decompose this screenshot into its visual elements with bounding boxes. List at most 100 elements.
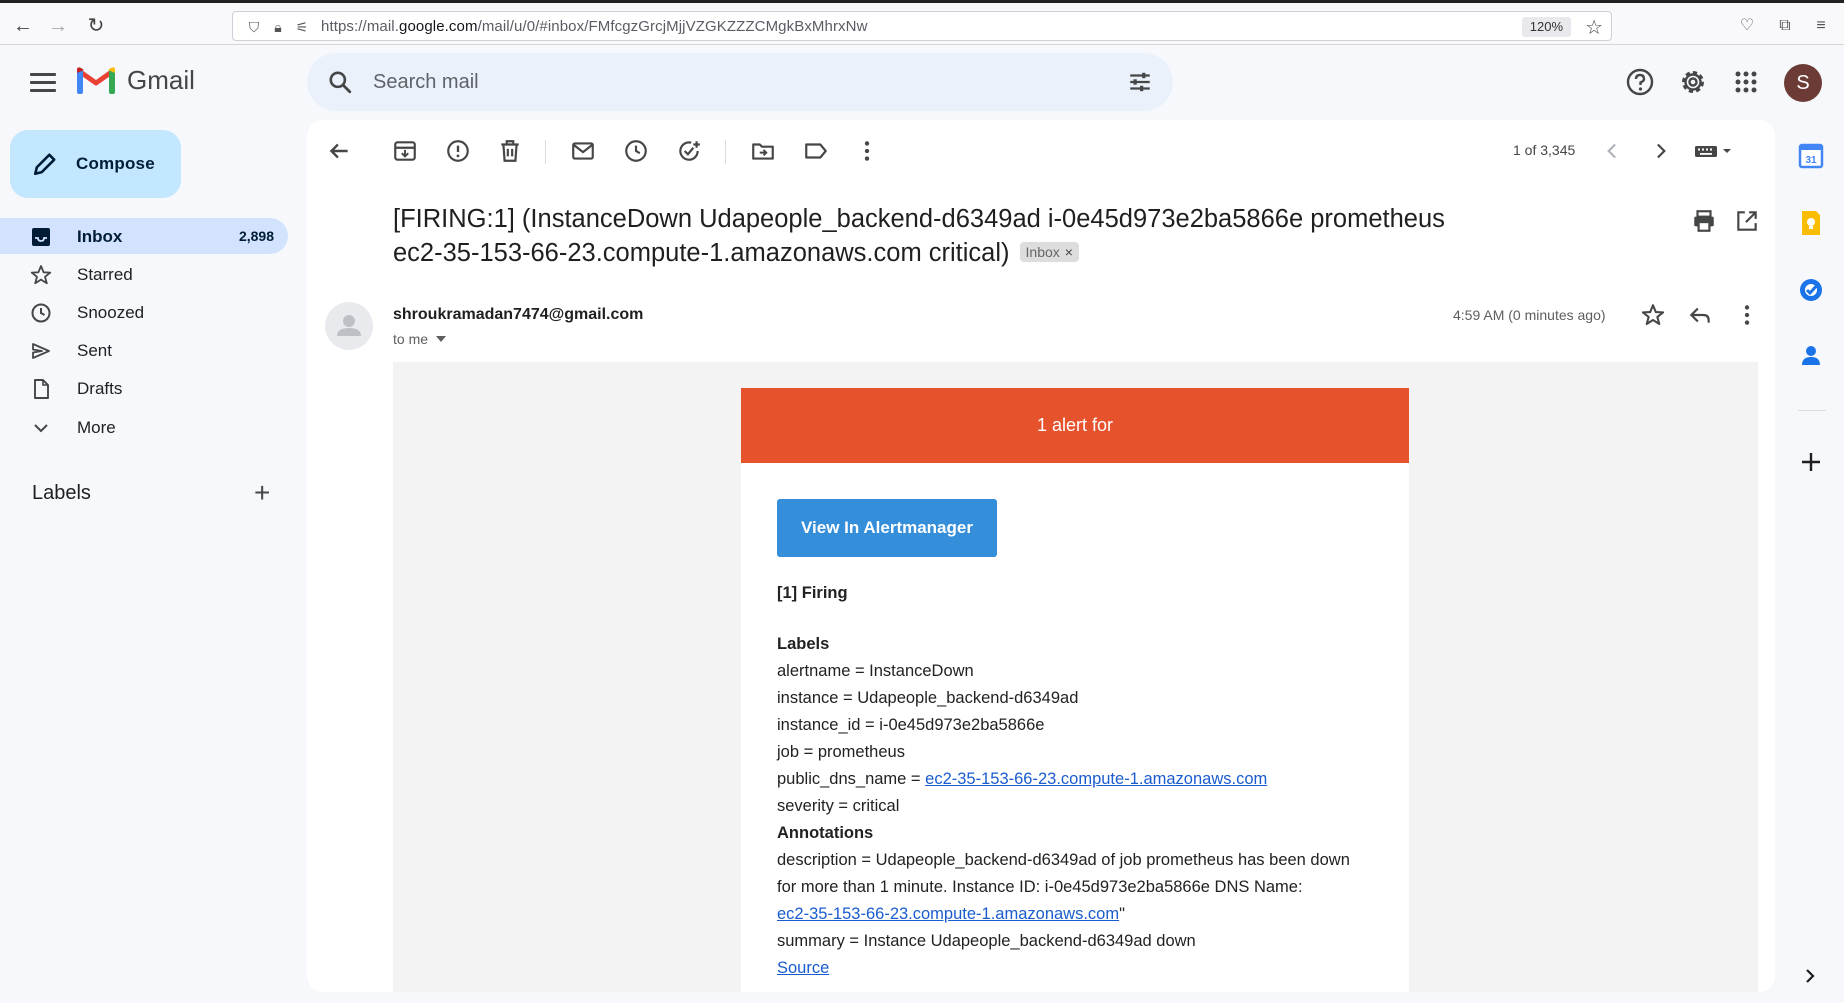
star-icon [30,265,52,285]
label-chip-text: Inbox [1025,244,1060,260]
newer-chevron-left-icon[interactable] [1600,138,1626,164]
view-in-alertmanager-button[interactable]: View In Alertmanager [777,499,997,557]
label-icon[interactable] [803,138,829,164]
pagination-count: 1 of 3,345 [1513,142,1576,158]
search-icon[interactable] [327,69,353,95]
label-alertname: alertname = InstanceDown [777,662,974,680]
unread-count: 2,898 [238,228,274,244]
pocket-icon[interactable]: ♡ [1736,15,1758,37]
caret-down-icon[interactable] [436,336,447,342]
sidebar-item-more[interactable]: More [0,409,288,445]
sidebar-item-drafts[interactable]: Drafts [0,370,288,406]
forward-arrow-icon[interactable]: → [45,13,71,39]
shield-icon[interactable]: ⛉ [245,18,263,36]
labels-heading: Labels [32,482,91,504]
archive-icon[interactable] [392,138,418,164]
description-suffix: " [1119,905,1125,923]
public-dns-key: public_dns_name = [777,770,926,788]
reply-icon[interactable] [1687,302,1713,328]
toolbar-divider [725,140,726,164]
calendar-icon[interactable]: 31 [1796,141,1826,171]
tasks-icon[interactable] [1796,275,1826,305]
public-dns-link[interactable]: ec2-35-153-66-23.compute-1.amazonaws.com [925,770,1267,788]
search-input[interactable] [373,53,1073,111]
description-line-1: description = Udapeople_backend-d6349ad … [777,851,1350,869]
recipient-text: to me [393,331,429,347]
permissions-icon[interactable]: ⚟ [293,18,311,36]
label-severity: severity = critical [777,797,900,815]
gmail-logo-icon[interactable] [76,65,116,95]
sender-avatar[interactable] [325,302,373,350]
back-arrow-icon[interactable]: ← [10,13,36,39]
main-menu-icon[interactable] [26,68,60,96]
older-chevron-right-icon[interactable] [1647,138,1673,164]
compose-button[interactable]: Compose [10,130,181,198]
create-label-icon[interactable]: + [254,479,270,507]
sidebar-item-starred[interactable]: Starred [0,256,288,292]
zoom-level[interactable]: 120% [1521,17,1571,37]
sidebar-item-inbox[interactable]: Inbox 2,898 [0,218,288,254]
contacts-icon[interactable] [1796,340,1826,370]
mark-unread-icon[interactable] [570,138,596,164]
url-text[interactable]: https://mail.google.com/mail/u/0/#inbox/… [321,18,868,35]
snooze-icon[interactable] [623,138,649,164]
star-message-icon[interactable] [1640,302,1666,328]
search-options-icon[interactable] [1127,69,1153,95]
google-apps-grid-icon[interactable] [1730,66,1762,98]
labels-heading: Labels [777,635,830,653]
label-instance-id: instance_id = i-0e45d973e2ba5866e [777,716,1045,734]
summary-line: summary = Instance Udapeople_backend-d63… [777,932,1196,950]
label-public-dns: public_dns_name = ec2-35-153-66-23.compu… [777,766,1377,793]
label-job: job = prometheus [777,743,905,761]
sidebar-item-label: Drafts [77,379,123,398]
send-icon [32,343,50,359]
address-bar[interactable]: ⛉ 🔒︎ ⚟ https://mail.google.com/mail/u/0/… [232,11,1612,41]
more-vert-icon[interactable] [854,138,880,164]
email-subject: [FIRING:1] (InstanceDown Udapeople_backe… [393,202,1493,270]
remove-label-icon[interactable]: × [1065,244,1073,260]
keep-icon[interactable] [1796,208,1826,238]
back-to-inbox-icon[interactable] [326,138,352,164]
sidebar-item-label: Sent [77,341,112,360]
delete-icon[interactable] [497,138,523,164]
sender-email[interactable]: shroukramadan7474@gmail.com [393,306,643,324]
sidebar-item-label: Inbox [77,227,123,246]
firing-heading: [1] Firing [777,584,848,602]
bookmark-star-icon[interactable]: ☆ [1585,15,1603,40]
draft-icon [34,379,49,399]
input-tools-keyboard-icon[interactable] [1693,138,1737,164]
person-silhouette-icon [337,315,361,336]
inbox-label-chip[interactable]: Inbox × [1019,242,1079,262]
get-addons-plus-icon[interactable] [1796,447,1826,477]
sidebar-item-sent[interactable]: Sent [0,332,288,368]
sidebar-item-snoozed[interactable]: Snoozed [0,294,288,330]
move-to-icon[interactable] [750,138,776,164]
recipient-details[interactable]: to me [393,331,447,347]
pencil-icon [33,153,56,176]
message-more-vert-icon[interactable] [1734,302,1760,328]
print-icon[interactable] [1691,208,1717,234]
source-link[interactable]: Source [777,959,829,977]
compose-label: Compose [76,154,155,173]
gmail-wordmark[interactable]: Gmail [127,65,195,96]
message-timestamp: 4:59 AM (0 minutes ago) [1453,307,1606,323]
report-spam-icon[interactable] [445,138,471,164]
subject-text: [FIRING:1] (InstanceDown Udapeople_backe… [393,205,1445,267]
sidebar-item-label: Snoozed [77,303,145,322]
settings-gear-icon[interactable] [1677,66,1709,98]
open-new-window-icon[interactable] [1734,208,1760,234]
sidebar-item-label: More [77,418,116,437]
extensions-icon[interactable]: ⧉ [1774,15,1796,37]
browser-menu-icon[interactable]: ≡ [1810,15,1832,37]
lock-icon[interactable]: 🔒︎ [269,18,287,36]
description-dns-link[interactable]: ec2-35-153-66-23.compute-1.amazonaws.com [777,905,1119,923]
help-icon[interactable] [1624,66,1656,98]
svg-text:31: 31 [1805,155,1817,166]
reload-icon[interactable]: ↻ [83,13,109,39]
show-side-panel-chevron-icon[interactable] [1798,964,1822,988]
add-to-tasks-icon[interactable] [676,138,702,164]
description-line-3: ec2-35-153-66-23.compute-1.amazonaws.com… [777,901,1377,928]
account-avatar[interactable]: S [1784,64,1822,102]
browser-toolbar: ← → ↻ ⛉ 🔒︎ ⚟ https://mail.google.com/mai… [0,0,1844,45]
search-bar[interactable] [307,53,1173,111]
